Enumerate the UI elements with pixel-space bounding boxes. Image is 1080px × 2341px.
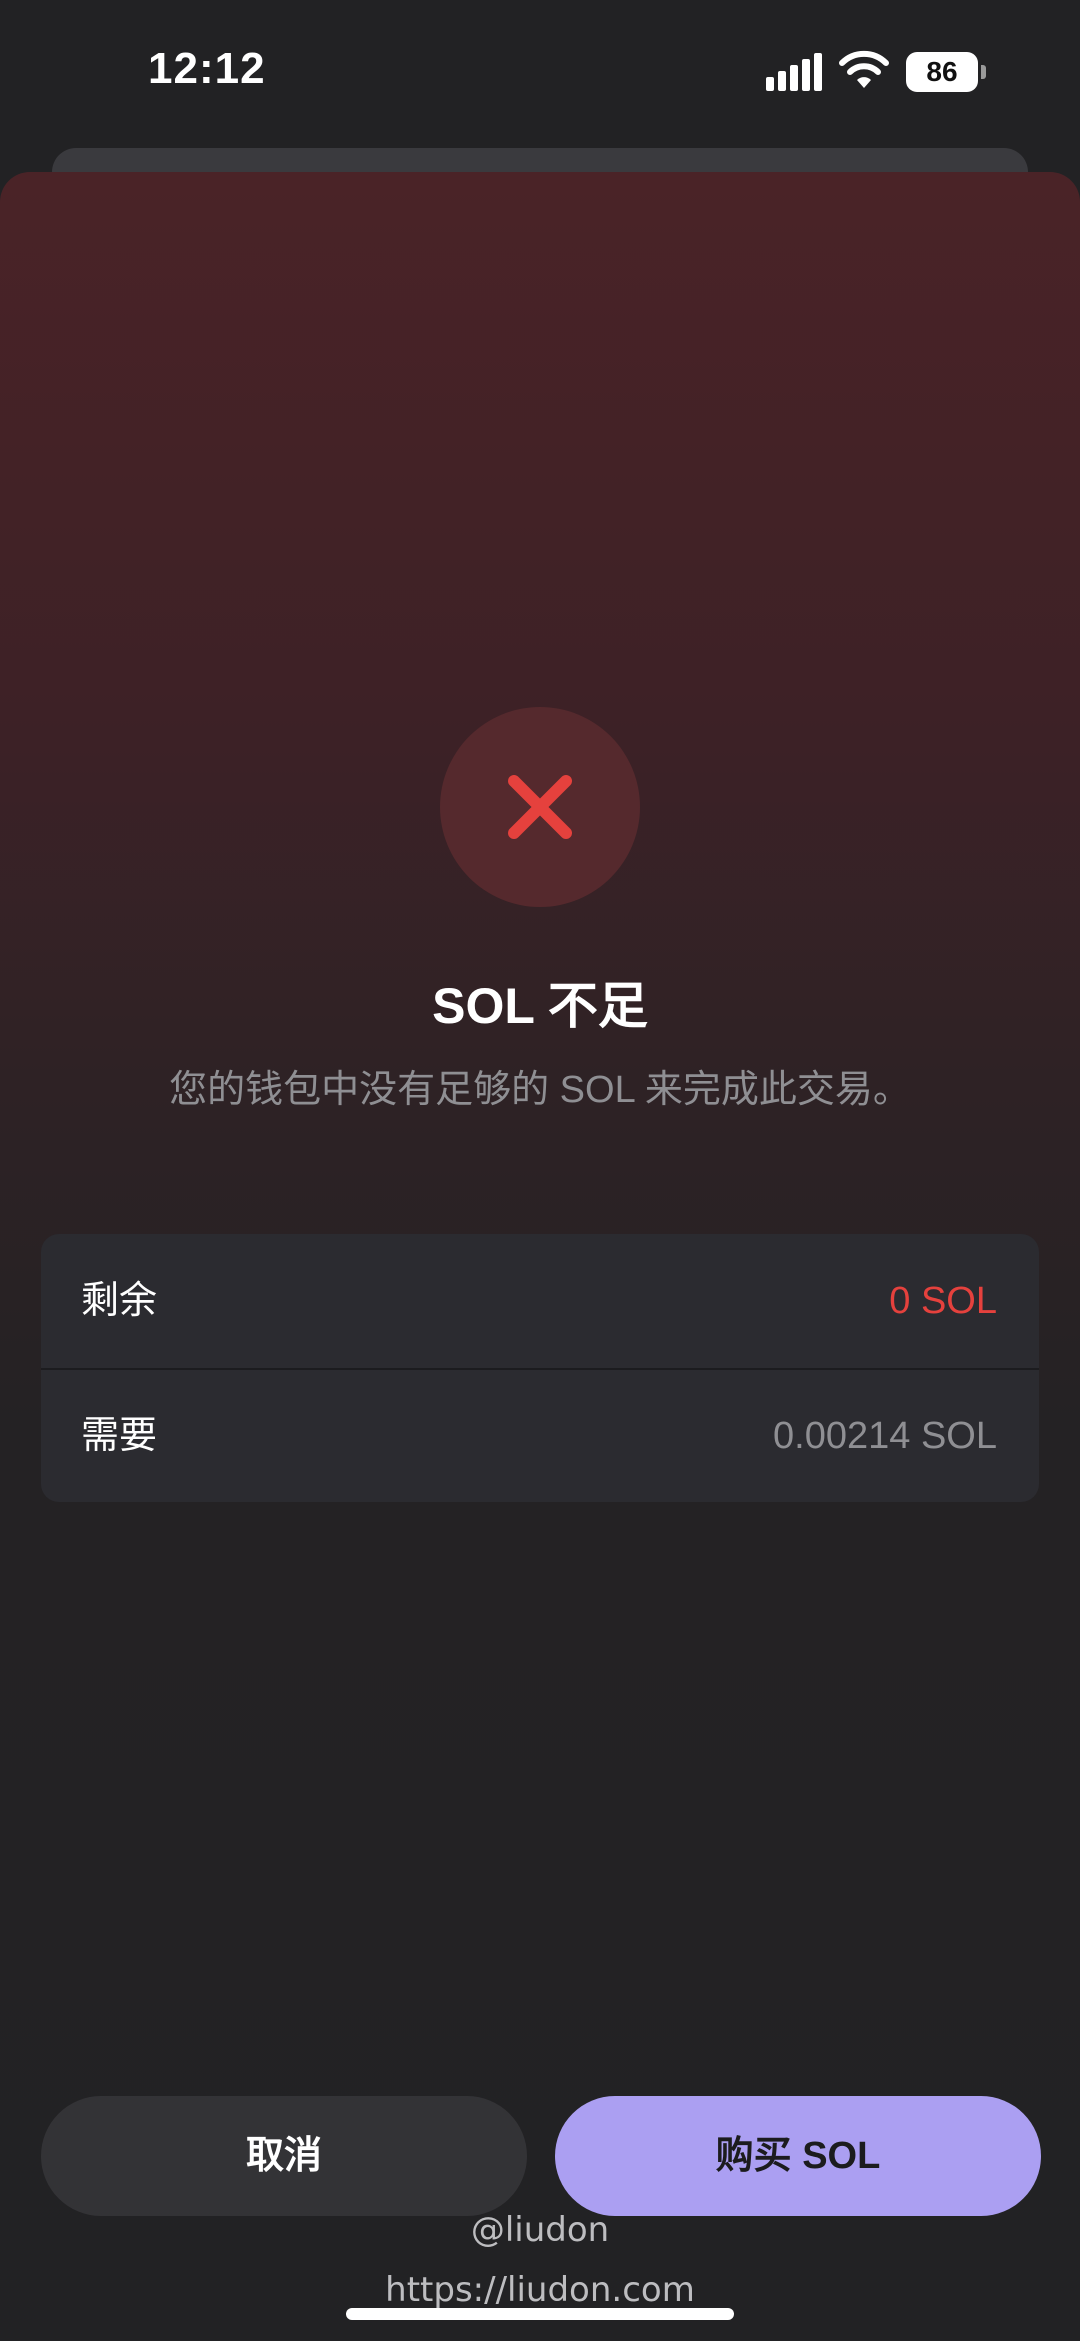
watermark-url: https://liudon.com bbox=[385, 2270, 695, 2310]
buy-sol-button[interactable]: 购买 SOL bbox=[555, 2096, 1041, 2216]
battery-tip bbox=[981, 65, 986, 79]
balance-details-card: 剩余 0 SOL 需要 0.00214 SOL bbox=[41, 1234, 1039, 1502]
close-x-icon bbox=[508, 775, 572, 839]
page-title: SOL 不足 bbox=[432, 978, 648, 1034]
detail-label: 需要 bbox=[81, 1415, 158, 1457]
signal-icon bbox=[766, 53, 822, 91]
battery-icon: 86 bbox=[906, 52, 986, 92]
home-indicator[interactable] bbox=[346, 2308, 734, 2320]
detail-value: 0 SOL bbox=[889, 1280, 997, 1322]
status-time: 12:12 bbox=[148, 44, 266, 93]
status-bar: 12:12 86 bbox=[0, 0, 1080, 140]
detail-label: 剩余 bbox=[81, 1280, 158, 1322]
detail-value: 0.00214 SOL bbox=[773, 1415, 997, 1457]
battery-level: 86 bbox=[926, 56, 958, 87]
page-subtitle: 您的钱包中没有足够的 SOL 来完成此交易。 bbox=[169, 1069, 911, 1111]
watermark-handle: @liudon bbox=[470, 2210, 610, 2250]
screen: 12:12 86 SOL 不足 您的钱包中没有足够的 SOL 来完成此交易。 剩… bbox=[0, 0, 1080, 2341]
error-badge bbox=[440, 707, 640, 907]
cancel-button[interactable]: 取消 bbox=[41, 2096, 527, 2216]
detail-row-required: 需要 0.00214 SOL bbox=[41, 1369, 1039, 1502]
detail-row-remaining: 剩余 0 SOL bbox=[41, 1234, 1039, 1370]
wifi-icon bbox=[839, 50, 889, 88]
